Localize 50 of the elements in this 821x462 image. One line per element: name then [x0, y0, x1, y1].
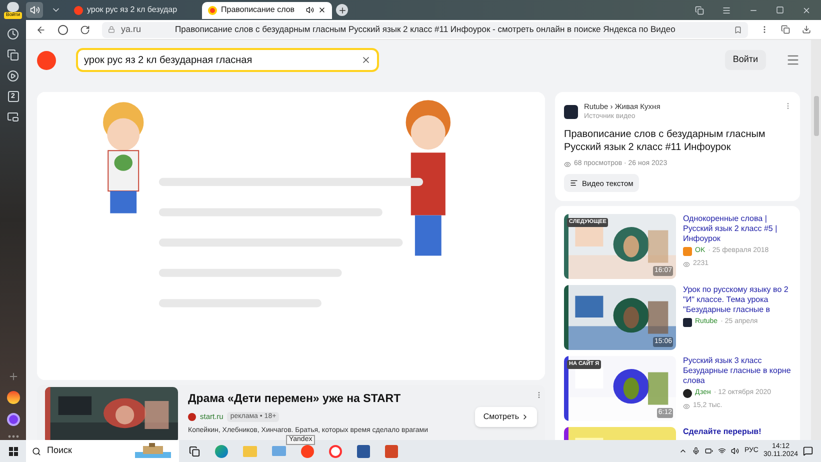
menu-icon[interactable] [786, 53, 800, 67]
volume-icon[interactable] [731, 447, 740, 455]
views-icon [683, 402, 690, 410]
clear-icon[interactable] [361, 55, 371, 65]
video-title: Правописание слов с безударным гласным Русский язык 2 класс #11 Инфоурок [564, 128, 766, 154]
taskbar-search-field[interactable]: Поиск [26, 440, 179, 462]
views-icon [683, 260, 690, 268]
history-icon[interactable] [7, 28, 19, 40]
related-video-title[interactable]: Однокоренные слова | Русский язык 2 класс #5 | Инфоурок [683, 214, 791, 244]
video-icon[interactable] [7, 70, 19, 82]
watch-button[interactable]: Смотреть [475, 407, 537, 427]
chevron-right-icon[interactable] [521, 413, 529, 421]
sound-button[interactable] [26, 2, 43, 18]
scrollbar[interactable] [811, 40, 821, 440]
related-video-title[interactable]: Русский язык 3 класс Безударные гласные в корне слова [683, 356, 791, 386]
add-icon[interactable] [8, 371, 18, 382]
views-icon [564, 160, 571, 168]
close-icon[interactable] [318, 6, 326, 14]
picture-in-picture-icon[interactable] [7, 111, 19, 123]
ad-title[interactable]: Драма «Дети перемен» уже на START [188, 391, 466, 408]
search-icon [32, 446, 41, 456]
download-icon[interactable] [802, 25, 811, 34]
microphone-icon[interactable] [692, 447, 700, 455]
more-icon[interactable] [8, 435, 18, 438]
battery-icon[interactable] [705, 447, 714, 455]
address-field[interactable]: ya.ru Правописание слов с безударным гласным Русский язык 2 класс #11 Инфоурок - смотреть онлайн в поиске Яндекса по Видео [102, 22, 748, 38]
favicon-icon [74, 6, 83, 14]
lock-icon [108, 26, 115, 33]
browser-tab[interactable]: Правописание слов [202, 2, 332, 18]
search-field[interactable]: урок рус яз 2 кл безударная гласная [76, 48, 379, 72]
speaker-icon[interactable] [306, 6, 314, 14]
notifications-icon[interactable] [803, 446, 813, 456]
bookmarks-icon[interactable] [781, 25, 790, 34]
avatar-icon[interactable] [7, 2, 19, 12]
browser-tab[interactable]: урок рус яз 2 кл безудар [68, 2, 198, 18]
related-video-title[interactable]: Урок по русскому языку во 2 "И" классе. Тема урока "Безударные гласные в [683, 285, 791, 316]
wifi-icon[interactable] [718, 447, 726, 455]
favicon-icon [208, 6, 217, 14]
menu-icon[interactable] [722, 6, 731, 14]
back-icon[interactable] [36, 24, 46, 34]
tabs-icon[interactable] [695, 6, 704, 14]
restore-icon[interactable] [776, 6, 784, 14]
task-view-icon[interactable] [189, 446, 200, 456]
login-button[interactable]: Войти [724, 50, 766, 70]
castle-icon[interactable] [133, 442, 173, 460]
text-icon[interactable] [570, 179, 578, 188]
reload-icon[interactable] [80, 24, 90, 34]
related-video-title[interactable]: Сделайте перерыв! [683, 427, 791, 438]
bookmark-icon[interactable] [734, 26, 742, 34]
collections-icon[interactable] [7, 49, 19, 61]
